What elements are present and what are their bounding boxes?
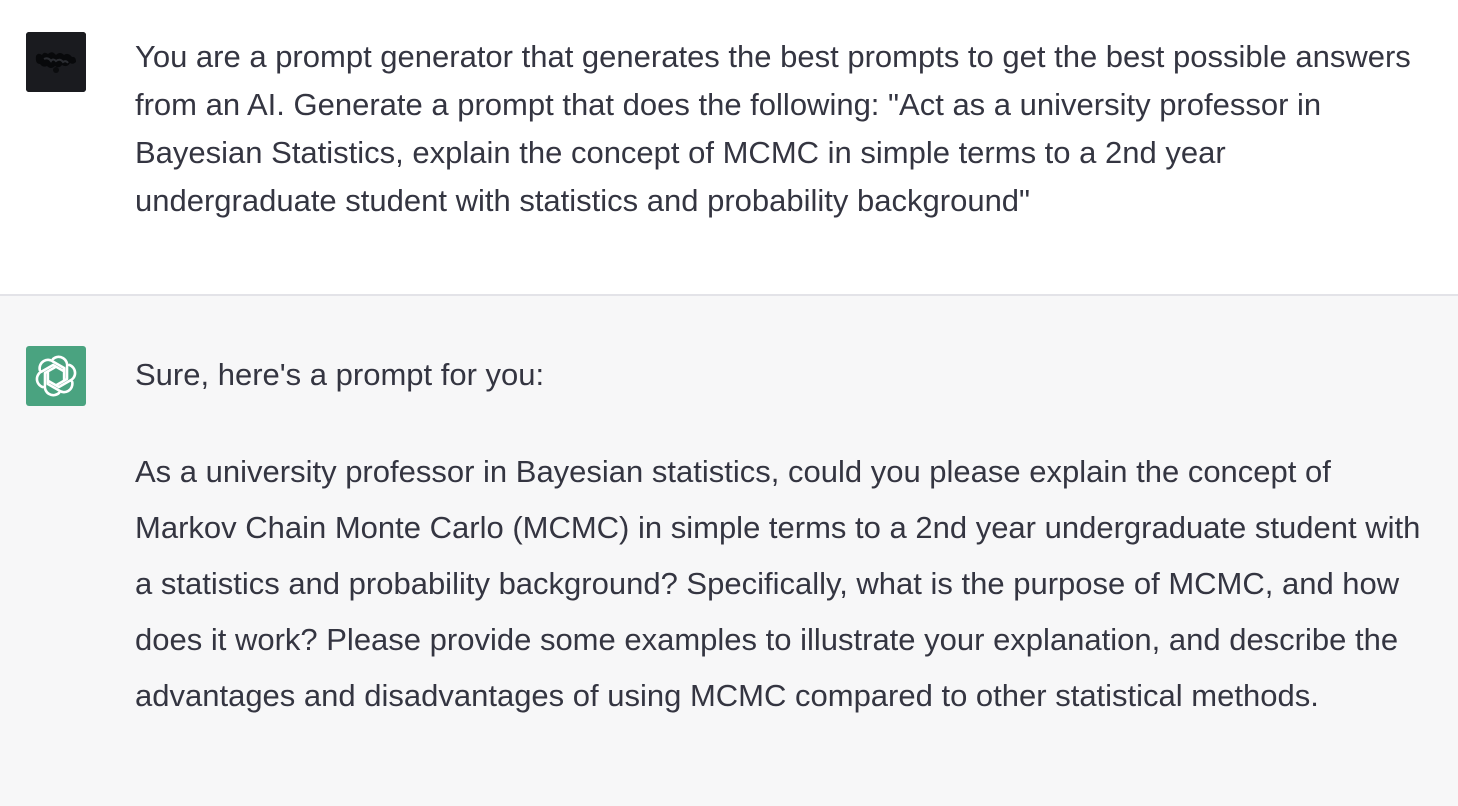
user-message-text: You are a prompt generator that generate… [135,39,1411,218]
openai-logo-image [35,355,77,397]
assistant-intro-text: Sure, here's a prompt for you: [135,357,545,392]
user-message: You are a prompt generator that generate… [0,0,1458,296]
openai-logo-icon [26,346,86,406]
user-avatar-icon [26,32,86,92]
assistant-message: Sure, here's a prompt for you: As a univ… [0,296,1458,806]
generated-prompt-text: As a university professor in Bayesian st… [135,454,1421,713]
conversation-thread: You are a prompt generator that generate… [0,0,1458,806]
user-avatar-image [26,32,86,92]
